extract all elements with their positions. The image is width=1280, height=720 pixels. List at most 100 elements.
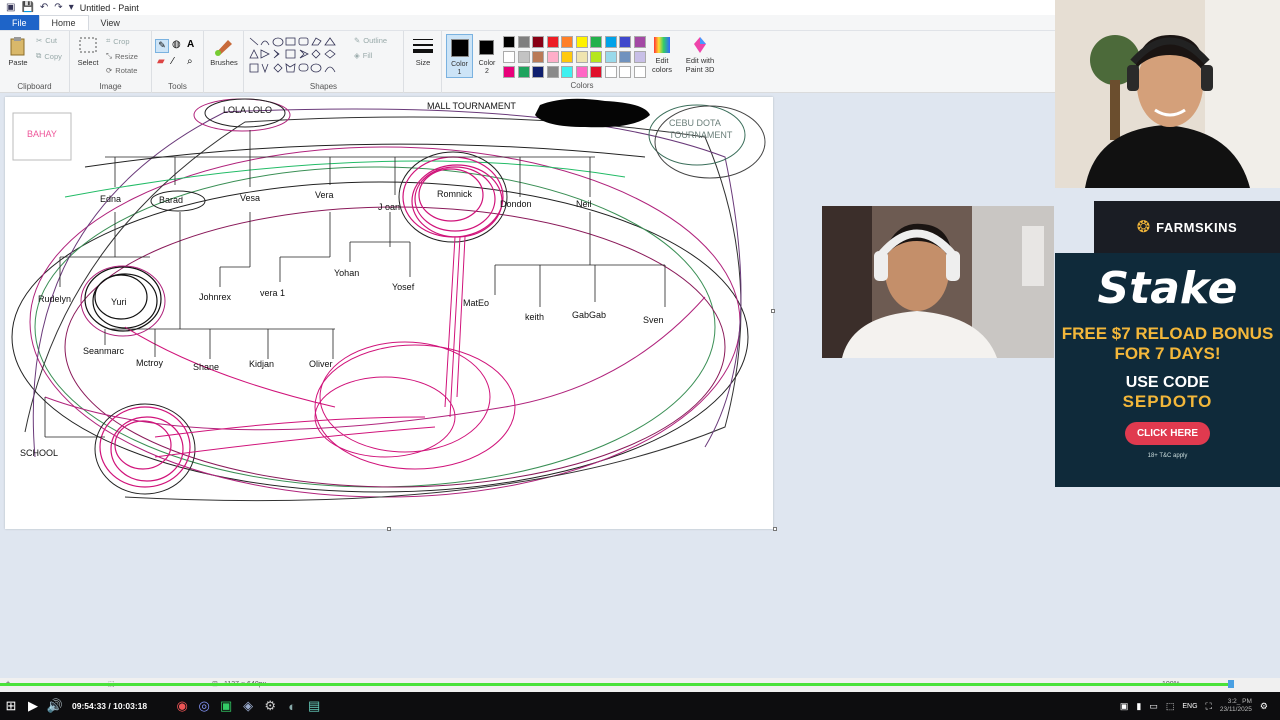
resize-handle-corner[interactable] bbox=[773, 527, 777, 531]
text-icon[interactable]: A bbox=[187, 39, 194, 50]
volume-icon[interactable]: 🔊 bbox=[44, 698, 66, 714]
color-swatch[interactable] bbox=[532, 66, 544, 78]
color-picker-icon[interactable]: ⁄ bbox=[172, 56, 174, 67]
tab-home[interactable]: Home bbox=[38, 15, 89, 30]
tab-file[interactable]: File bbox=[0, 15, 39, 30]
color-swatch[interactable] bbox=[517, 66, 530, 78]
paint-taskbar-icon[interactable]: ◐ bbox=[281, 699, 303, 714]
line-width-icon bbox=[413, 39, 433, 53]
color-swatch[interactable] bbox=[503, 66, 515, 78]
language-indicator[interactable]: ENG bbox=[1182, 703, 1197, 710]
resize-button[interactable]: ⤡ Resize bbox=[106, 51, 138, 61]
label-lola-lolo: LOLA LOLO bbox=[223, 105, 273, 115]
color-swatch[interactable] bbox=[546, 51, 559, 63]
crop-button[interactable]: ⌗ Crop bbox=[106, 36, 130, 46]
farmskins-banner[interactable]: ❂ FARMSKINS bbox=[1094, 201, 1280, 253]
color-swatch[interactable] bbox=[619, 36, 631, 48]
color-swatch[interactable] bbox=[546, 36, 559, 48]
app-icon[interactable]: ▣ bbox=[215, 698, 237, 714]
tray-icon-3[interactable]: ▭ bbox=[1149, 701, 1158, 712]
tray-icon-1[interactable]: ▣ bbox=[1120, 701, 1129, 712]
brushes-button[interactable]: Brushes bbox=[208, 36, 240, 67]
color-swatch[interactable] bbox=[561, 36, 573, 48]
edit-colors-button[interactable]: Edit colors bbox=[648, 36, 676, 74]
save-icon[interactable]: 💾 bbox=[21, 2, 33, 13]
size-button[interactable]: Size bbox=[410, 36, 436, 67]
notepad-icon[interactable]: ▤ bbox=[303, 698, 325, 714]
edit-paint3d-button[interactable]: Edit with Paint 3D bbox=[682, 36, 718, 74]
windows-start-icon[interactable]: ⊞ bbox=[0, 698, 22, 714]
customize-qat-icon[interactable]: ▾ bbox=[69, 2, 74, 13]
color-swatch[interactable] bbox=[604, 66, 617, 78]
fill-button[interactable]: ◈ Fill bbox=[354, 51, 372, 60]
tab-view[interactable]: View bbox=[89, 15, 132, 30]
pencil-icon[interactable]: ✎ bbox=[155, 39, 169, 53]
paint-canvas[interactable]: LOLA LOLO MALL TOURNAMENT BAHAY CEBU DOT… bbox=[5, 97, 773, 529]
color-swatch[interactable] bbox=[604, 51, 617, 63]
gear-icon[interactable]: ⚙ bbox=[1260, 701, 1268, 712]
color-swatch[interactable] bbox=[561, 66, 573, 78]
color-swatch[interactable] bbox=[532, 51, 544, 63]
fullscreen-icon[interactable]: ⛶ bbox=[1206, 701, 1212, 712]
play-icon[interactable]: ▶ bbox=[22, 698, 44, 714]
color-swatch[interactable] bbox=[532, 36, 544, 48]
discord-icon[interactable]: ◎ bbox=[193, 698, 215, 714]
color-swatch[interactable] bbox=[619, 66, 631, 78]
shapes-gallery-icon[interactable] bbox=[248, 36, 344, 74]
player-bar: ⊞ ▶ 🔊 09:54:33 / 10:03:18 ◉ ◎ ▣ ◈ ⚙ ◐ ▤ … bbox=[0, 692, 1280, 720]
label-mall-tournament: MALL TOURNAMENT bbox=[427, 101, 516, 111]
color-swatch[interactable] bbox=[517, 51, 530, 63]
paste-button[interactable]: Paste bbox=[4, 36, 32, 67]
color1-button[interactable]: Color 1 bbox=[446, 34, 473, 78]
video-progress-bar[interactable] bbox=[0, 683, 1229, 686]
canvas-workspace[interactable]: LOLA LOLO MALL TOURNAMENT BAHAY CEBU DOT… bbox=[0, 93, 1055, 678]
color-swatch[interactable] bbox=[561, 51, 573, 63]
stake-ad[interactable]: Stake FREE $7 RELOAD BONUS FOR 7 DAYS! U… bbox=[1055, 253, 1280, 487]
cut-button[interactable]: ✂ Cut bbox=[36, 36, 57, 45]
zoom-slider-knob[interactable] bbox=[1228, 680, 1234, 688]
resize-handle-bottom[interactable] bbox=[387, 527, 391, 531]
title-bar: ▣ 💾 ↶ ↷ ▾ Untitled - Paint bbox=[0, 0, 1055, 15]
redo-icon[interactable]: ↷ bbox=[54, 2, 62, 13]
label-school: SCHOOL bbox=[20, 448, 59, 458]
outline-button[interactable]: ✎ Outline bbox=[354, 36, 387, 45]
color-swatch[interactable] bbox=[517, 36, 530, 48]
undo-icon[interactable]: ↶ bbox=[40, 2, 48, 13]
select-icon bbox=[79, 37, 97, 53]
color-swatch[interactable] bbox=[575, 36, 588, 48]
color-swatch[interactable] bbox=[575, 66, 588, 78]
chrome-icon[interactable]: ◉ bbox=[171, 698, 193, 714]
color-swatch[interactable] bbox=[633, 66, 646, 78]
fill-icon[interactable]: ◍ bbox=[172, 39, 181, 50]
rotate-button[interactable]: ⟳ Rotate bbox=[106, 66, 137, 75]
color-swatch[interactable] bbox=[503, 51, 515, 63]
color-swatch[interactable] bbox=[590, 66, 602, 78]
color-swatch[interactable] bbox=[546, 66, 559, 78]
select-button[interactable]: Select bbox=[76, 36, 100, 67]
settings-icon[interactable]: ⚙ bbox=[259, 698, 281, 714]
copy-button[interactable]: ⧉ Copy bbox=[36, 51, 62, 61]
color-swatch[interactable] bbox=[633, 36, 646, 48]
color-swatch[interactable] bbox=[604, 36, 617, 48]
color-swatch[interactable] bbox=[503, 36, 515, 48]
color-swatch[interactable] bbox=[590, 36, 602, 48]
copy-icon: ⧉ bbox=[36, 51, 42, 60]
color-swatch[interactable] bbox=[575, 51, 588, 63]
steam-icon[interactable]: ◈ bbox=[237, 698, 259, 714]
tray-icon-4[interactable]: ⬚ bbox=[1166, 701, 1175, 712]
color-swatch[interactable] bbox=[590, 51, 602, 63]
magnifier-icon[interactable]: ⌕ bbox=[187, 56, 193, 67]
label-yuri: Yuri bbox=[111, 297, 127, 307]
size-group: Size bbox=[404, 31, 442, 93]
color2-button[interactable]: Color 2 bbox=[476, 34, 498, 78]
brush-icon bbox=[215, 40, 232, 56]
webcam-guest bbox=[822, 206, 1054, 358]
color-swatch[interactable] bbox=[619, 51, 631, 63]
resize-handle-right[interactable] bbox=[771, 309, 775, 313]
color-swatch[interactable] bbox=[633, 51, 646, 63]
label-kidjan: Kidjan bbox=[249, 359, 275, 369]
label-rudelyn: Rudelyn bbox=[38, 294, 72, 304]
click-here-button[interactable]: CLICK HERE bbox=[1124, 422, 1211, 445]
eraser-icon[interactable]: ▰ bbox=[157, 56, 165, 67]
tray-icon-2[interactable]: ▮ bbox=[1136, 701, 1141, 712]
